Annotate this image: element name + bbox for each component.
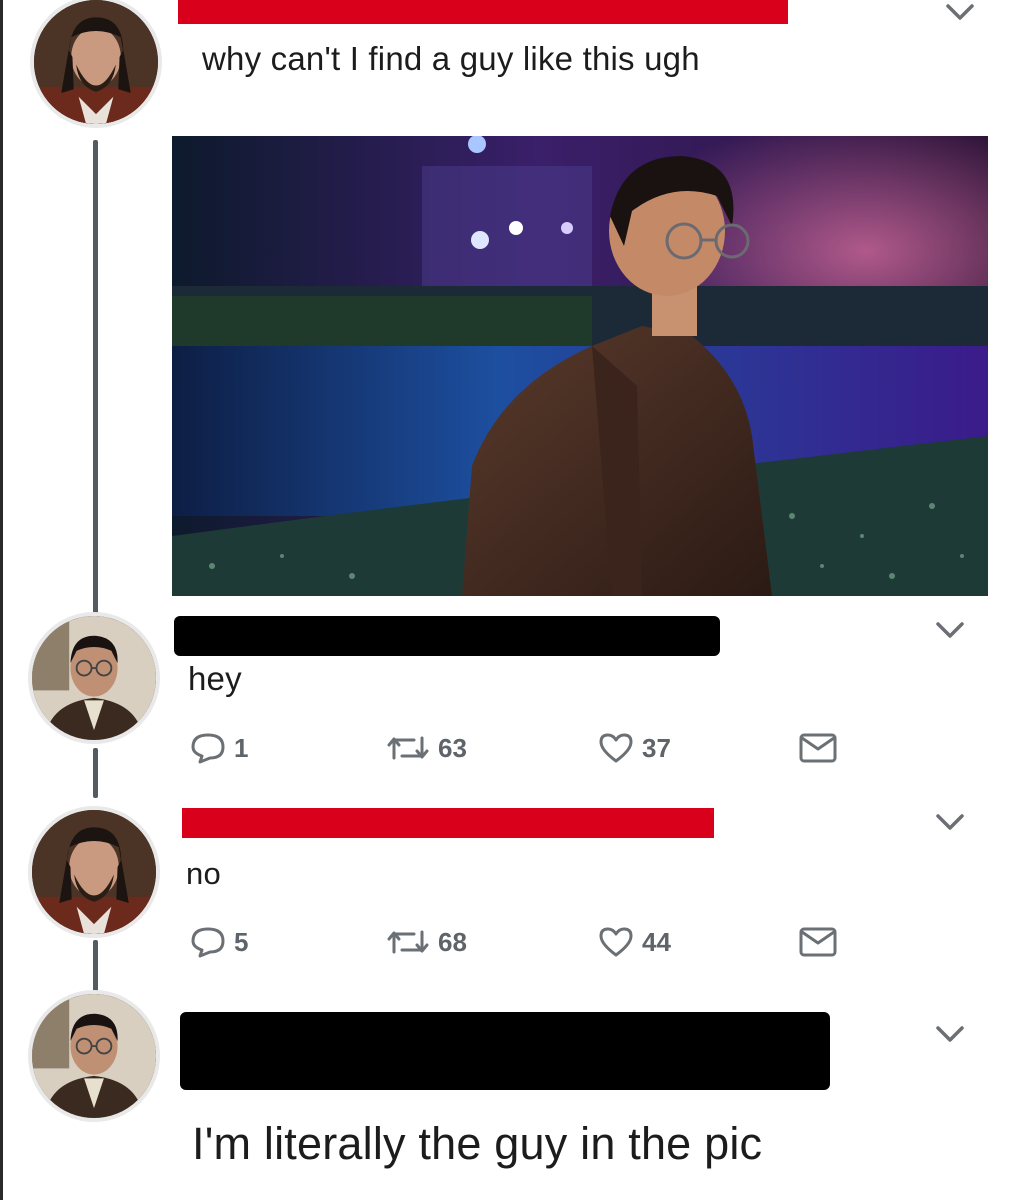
heart-icon bbox=[599, 733, 633, 763]
tweet-text: hey bbox=[188, 660, 242, 697]
night-scene-photo bbox=[172, 136, 988, 596]
left-edge-border bbox=[0, 0, 3, 1200]
tweet-text: I'm literally the guy in the pic bbox=[192, 1118, 763, 1169]
retweet-button[interactable]: 68 bbox=[386, 922, 467, 962]
avatar[interactable] bbox=[30, 0, 162, 128]
avatar[interactable] bbox=[28, 990, 160, 1122]
reply-button[interactable]: 1 bbox=[190, 728, 248, 768]
reply-count: 5 bbox=[234, 926, 249, 957]
avatar[interactable] bbox=[28, 612, 160, 744]
chevron-down-icon[interactable] bbox=[932, 618, 968, 642]
reply-count: 1 bbox=[234, 732, 249, 763]
envelope-icon bbox=[799, 733, 837, 763]
thread-connector-line bbox=[93, 140, 98, 618]
username-redaction bbox=[178, 0, 788, 24]
username-redaction bbox=[182, 808, 714, 838]
heart-icon bbox=[599, 927, 633, 957]
tweet-text: no bbox=[186, 856, 221, 891]
like-count: 37 bbox=[642, 732, 671, 763]
glasses-man-avatar-icon bbox=[32, 994, 156, 1118]
thread-connector-line bbox=[93, 748, 98, 798]
envelope-icon bbox=[799, 927, 837, 957]
direct-message-button[interactable] bbox=[798, 922, 838, 962]
direct-message-button[interactable] bbox=[798, 728, 838, 768]
tweet-text: why can't I find a guy like this ugh bbox=[202, 40, 700, 77]
thread-connector-line bbox=[93, 940, 98, 992]
reply-icon bbox=[191, 733, 225, 764]
retweet-button[interactable]: 63 bbox=[386, 728, 467, 768]
like-button[interactable]: 37 bbox=[598, 728, 671, 768]
bearded-man-avatar-icon bbox=[34, 0, 158, 124]
username-redaction bbox=[174, 616, 720, 656]
like-count: 44 bbox=[642, 926, 671, 957]
reply-button[interactable]: 5 bbox=[190, 922, 248, 962]
tweet-media-image[interactable] bbox=[172, 136, 988, 596]
chevron-down-icon[interactable] bbox=[932, 1022, 968, 1046]
retweet-icon bbox=[387, 930, 429, 954]
bearded-man-avatar-icon bbox=[32, 810, 156, 934]
glasses-man-avatar-icon bbox=[32, 616, 156, 740]
retweet-icon bbox=[387, 736, 429, 760]
like-button[interactable]: 44 bbox=[598, 922, 671, 962]
retweet-count: 63 bbox=[438, 732, 467, 763]
chevron-down-icon[interactable] bbox=[942, 0, 978, 24]
reply-icon bbox=[191, 927, 225, 958]
chevron-down-icon[interactable] bbox=[932, 810, 968, 834]
avatar[interactable] bbox=[28, 806, 160, 938]
username-redaction bbox=[180, 1012, 830, 1090]
retweet-count: 68 bbox=[438, 926, 467, 957]
